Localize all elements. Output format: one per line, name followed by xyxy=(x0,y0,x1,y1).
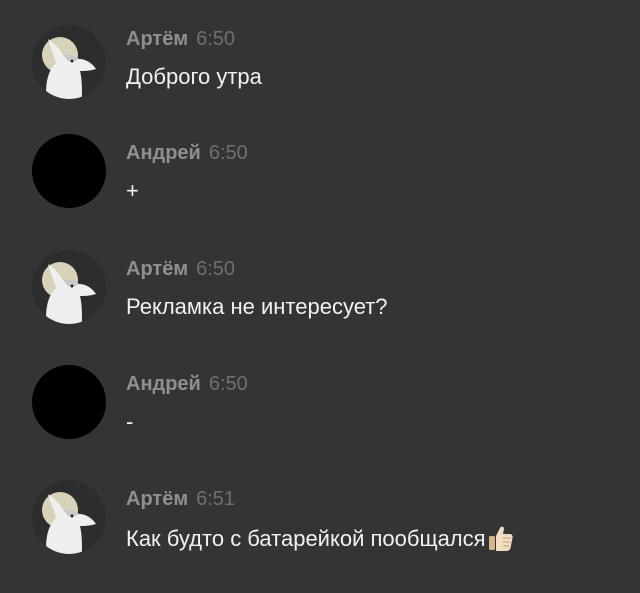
timestamp: 6:50 xyxy=(196,258,236,280)
timestamp: 6:50 xyxy=(208,373,248,395)
avatar[interactable] xyxy=(32,250,106,324)
author-name[interactable]: Андрей xyxy=(126,142,201,164)
message-text: - xyxy=(126,409,134,434)
message-text: Доброго утра xyxy=(126,64,262,89)
message: Артём 6:50 Рекламка не интересует? xyxy=(0,250,640,340)
wolf-avatar-icon xyxy=(32,25,106,99)
message-text: Рекламка не интересует? xyxy=(126,294,388,319)
author-name[interactable]: Артём xyxy=(126,28,188,50)
message: Андрей 6:50 + xyxy=(0,134,640,224)
wolf-avatar-icon xyxy=(32,480,106,554)
message-header: Андрей 6:50 xyxy=(126,373,248,396)
message: Андрей 6:50 - xyxy=(0,365,640,455)
message-text: + xyxy=(126,178,139,203)
chat-log: Артём6:50 Доброго утра Андрей6:50 + Ар xyxy=(0,0,640,593)
message-text-row: Как будто с батарейкой пообщался xyxy=(126,524,514,552)
timestamp: 6:50 xyxy=(208,142,248,164)
dark-avatar-icon xyxy=(32,134,106,208)
avatar[interactable] xyxy=(32,480,106,554)
timestamp: 6:51 xyxy=(196,488,236,510)
author-name[interactable]: Артём xyxy=(126,258,188,280)
message: Артём 6:50 Доброго утра xyxy=(0,20,640,110)
message-text: Как будто с батарейкой пообщался xyxy=(126,526,486,551)
message-header: Андрей 6:50 xyxy=(126,142,248,165)
avatar[interactable] xyxy=(32,365,106,439)
message: Артём 6:51 Как будто с батарейкой пообщал… xyxy=(0,480,640,570)
dark-avatar-icon xyxy=(32,365,106,439)
thumbs-up-icon xyxy=(488,524,514,552)
avatar[interactable] xyxy=(32,25,106,99)
message-header: Артём 6:50 xyxy=(126,28,235,51)
author-name[interactable]: Андрей xyxy=(126,373,201,395)
author-name[interactable]: Артём xyxy=(126,488,188,510)
timestamp: 6:50 xyxy=(196,28,236,50)
wolf-avatar-icon xyxy=(32,250,106,324)
message-header: Артём 6:51 xyxy=(126,488,235,511)
avatar[interactable] xyxy=(32,134,106,208)
message-header: Артём 6:50 xyxy=(126,258,235,281)
